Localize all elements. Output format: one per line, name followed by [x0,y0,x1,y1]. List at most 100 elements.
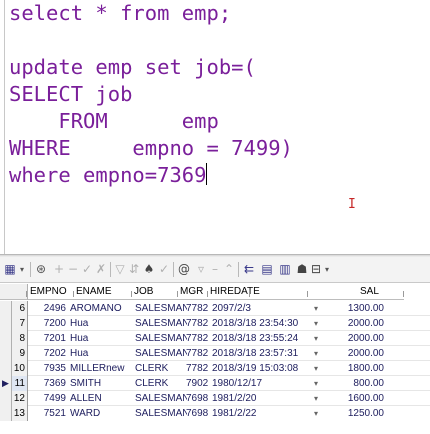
table-row[interactable]: 13 7521 WARD SALESMAN 7698 1981/2/22 ▾ 1… [0,406,430,421]
cell-job[interactable]: SALESMAN [135,391,187,406]
chart-icon[interactable]: ▥ [277,261,293,278]
table-row[interactable]: 12 7499 ALLEN SALESMAN 7698 1981/2/20 ▾ … [0,391,430,406]
cell-hiredate[interactable]: 1980/12/17 [212,376,310,391]
cell-ename[interactable]: Hua [70,316,132,331]
column-header-ename[interactable]: ENAME [74,284,132,300]
cell-empno[interactable]: 7201 [28,331,66,346]
column-header-empno[interactable]: EMPNO [28,284,74,300]
post-icon[interactable]: ✓ [80,261,94,278]
binoculars-icon[interactable]: ☗ [295,261,309,278]
database-icon[interactable]: ⊟ [309,261,323,278]
cell-job[interactable]: SALESMAN [135,301,187,316]
cell-job[interactable]: SALESMAN [135,346,187,361]
wrap-icon[interactable]: ⌃ [222,261,236,278]
column-header-sal[interactable]: SAL [308,284,404,300]
cell-mgr[interactable]: 7698 [186,391,208,406]
cell-hiredate[interactable]: 1981/2/22 [212,406,310,421]
cell-hiredate[interactable]: 2097/2/3 [212,301,310,316]
cell-ename[interactable]: Hua [70,331,132,346]
column-header-job[interactable]: JOB [132,284,178,300]
date-dropdown-icon[interactable]: ▾ [312,331,320,346]
current-row-indicator-icon: ▶ [0,376,12,391]
cell-job[interactable]: SALESMAN [135,406,187,421]
next-icon[interactable]: ▿ [194,261,208,278]
cell-mgr[interactable]: 7698 [186,406,208,421]
table-row-current[interactable]: ▶ 11 7369 SMITH CLERK 7902 1980/12/17 ▾ … [0,376,430,391]
sort-icon[interactable]: ⇵ [127,261,141,278]
date-dropdown-icon[interactable]: ▾ [312,301,320,316]
grid-menu-chevron-icon[interactable]: ▾ [18,261,26,278]
query-by-example-icon[interactable]: ♠ [141,261,157,278]
cell-hiredate[interactable]: 2018/3/18 23:55:24 [212,331,310,346]
cell-sal[interactable]: 2000.00 [326,316,384,331]
code-line-4: SELECT job [9,82,133,106]
cell-empno[interactable]: 2496 [28,301,66,316]
cell-empno[interactable]: 7200 [28,316,66,331]
cell-ename[interactable]: WARD [70,406,132,421]
cell-sal[interactable]: 1600.00 [326,391,384,406]
cell-sal[interactable]: 1300.00 [326,301,384,316]
grid-icon[interactable]: ▦ [2,261,18,278]
cell-empno[interactable]: 7202 [28,346,66,361]
table-row[interactable]: 7 7200 Hua SALESMAN 7782 2018/3/18 23:54… [0,316,430,331]
cell-hiredate[interactable]: 2018/3/18 23:57:31 [212,346,310,361]
cell-job[interactable]: SALESMAN [135,331,187,346]
cell-mgr[interactable]: 7782 [186,316,208,331]
date-dropdown-icon[interactable]: ▾ [312,376,320,391]
cell-mgr[interactable]: 7782 [186,361,208,376]
cell-sal[interactable]: 800.00 [326,376,384,391]
cell-mgr[interactable]: 7782 [186,331,208,346]
cell-empno[interactable]: 7521 [28,406,66,421]
pin-icon[interactable]: ⇇ [241,261,257,278]
row-number: 11 [12,376,28,391]
cell-mgr[interactable]: 7782 [186,301,208,316]
cell-hiredate[interactable]: 1981/2/20 [212,391,310,406]
column-header-hiredate[interactable]: HIREDATE [208,284,260,300]
cell-sal[interactable]: 1800.00 [326,361,384,376]
cell-job[interactable]: CLERK [135,376,187,391]
cell-empno[interactable]: 7499 [28,391,66,406]
cancel-icon[interactable]: ✗ [94,261,108,278]
refresh-icon[interactable]: ⊛ [33,261,49,278]
cell-hiredate[interactable]: 2018/3/19 15:03:08 [212,361,310,376]
table-row[interactable]: 10 7935 MILLERnew CLERK 7782 2018/3/19 1… [0,361,430,376]
cell-mgr[interactable]: 7782 [186,346,208,361]
sql-editor[interactable]: select * from emp; update emp set job=(SE… [0,0,430,254]
column-header-mgr[interactable]: MGR [178,284,208,300]
date-dropdown-icon[interactable]: ▾ [312,346,320,361]
cell-sal[interactable]: 1250.00 [326,406,384,421]
cell-sal[interactable]: 2000.00 [326,331,384,346]
result-grid[interactable]: EMPNO ENAME JOB MGR HIREDATE SAL 6 2496 … [0,284,430,434]
sql-code[interactable]: select * from emp; update emp set job=(SE… [9,0,293,189]
filter-icon[interactable]: ▽ [113,261,127,278]
lock-icon[interactable]: – [208,261,222,278]
cell-ename[interactable]: SMITH [70,376,132,391]
date-dropdown-icon[interactable]: ▾ [312,361,320,376]
cell-job[interactable]: SALESMAN [135,316,187,331]
toolbar-divider [173,262,174,277]
remove-icon[interactable]: − [66,261,80,278]
date-dropdown-icon[interactable]: ▾ [312,406,320,421]
table-icon[interactable]: ▤ [259,261,275,278]
find-icon[interactable]: ✓ [157,261,171,278]
cell-mgr[interactable]: 7902 [186,376,208,391]
cell-ename[interactable]: Hua [70,346,132,361]
add-icon[interactable]: + [52,261,66,278]
cell-ename[interactable]: ALLEN [70,391,132,406]
menu-chevron-icon[interactable]: ▾ [323,261,331,278]
date-dropdown-icon[interactable]: ▾ [312,316,320,331]
table-row[interactable]: 9 7202 Hua SALESMAN 7782 2018/3/18 23:57… [0,346,430,361]
prev-icon[interactable]: @ [176,261,192,278]
cell-ename[interactable]: AROMANO [70,301,132,316]
cell-empno[interactable]: 7935 [28,361,66,376]
cell-empno[interactable]: 7369 [28,376,66,391]
cell-ename[interactable]: MILLERnew [70,361,132,376]
cell-hiredate[interactable]: 2018/3/18 23:54:30 [212,316,310,331]
date-dropdown-icon[interactable]: ▾ [312,391,320,406]
header-corner [0,284,28,300]
code-line-6-number: 7499) [231,136,293,160]
table-row[interactable]: 6 2496 AROMANO SALESMAN 7782 2097/2/3 ▾ … [0,301,430,316]
table-row[interactable]: 8 7201 Hua SALESMAN 7782 2018/3/18 23:55… [0,331,430,346]
cell-sal[interactable]: 2000.00 [326,346,384,361]
cell-job[interactable]: CLERK [135,361,187,376]
